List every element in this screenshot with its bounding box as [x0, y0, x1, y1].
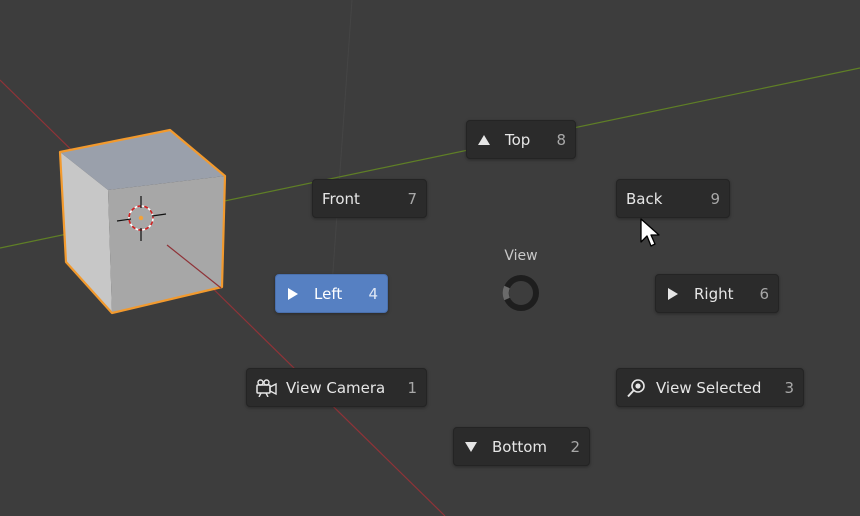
pie-item-bottom[interactable]: Bottom 2: [453, 427, 590, 466]
triangle-right-icon: [285, 287, 301, 300]
pie-direction-indicator: [502, 275, 539, 311]
pie-item-view-camera[interactable]: View Camera 1: [246, 368, 427, 407]
mouse-pointer-icon: [640, 218, 660, 247]
triangle-right-icon: [665, 287, 681, 300]
triangle-down-icon: [463, 441, 479, 452]
3d-viewport[interactable]: [0, 0, 860, 516]
pie-item-view-selected[interactable]: View Selected 3: [616, 368, 804, 407]
z-axis-line: [330, 0, 353, 301]
camera-icon: [256, 378, 278, 397]
pie-item-right[interactable]: Right 6: [655, 274, 779, 313]
pie-item-top[interactable]: Top 8: [466, 120, 576, 159]
pie-item-left[interactable]: Left 4: [275, 274, 388, 313]
triangle-up-icon: [476, 134, 492, 145]
pie-item-back[interactable]: Back 9: [616, 179, 730, 218]
selected-cube[interactable]: [58, 128, 227, 315]
pie-menu-title: View: [504, 248, 538, 264]
pie-item-front[interactable]: Front 7: [312, 179, 427, 218]
zoom-selected-icon: [626, 378, 648, 398]
